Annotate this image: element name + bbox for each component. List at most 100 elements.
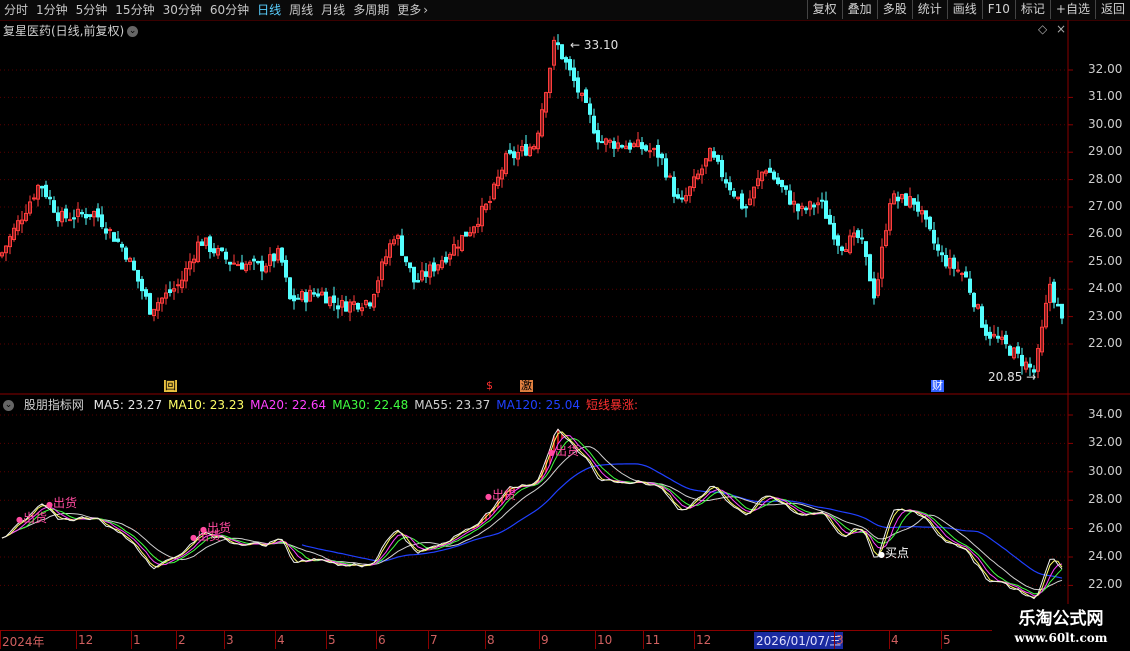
marker-cai[interactable]: 财	[931, 380, 944, 392]
date-tick	[76, 631, 77, 649]
candle-body	[312, 292, 316, 295]
candle-body	[936, 244, 940, 251]
chevron-down-icon[interactable]: ⌄	[127, 26, 139, 37]
date-label: 5	[328, 633, 336, 647]
candle-body	[744, 206, 748, 209]
candle-body	[260, 260, 264, 272]
candle-body	[100, 214, 104, 228]
date-label: 11	[645, 633, 661, 647]
candle-body	[224, 251, 228, 260]
sell-signal: ●出货	[200, 519, 231, 536]
ma55-line	[1, 446, 1063, 591]
candle-body	[988, 331, 992, 339]
candle-body	[640, 142, 644, 150]
legend-item: MA55: 23.37	[414, 398, 491, 412]
low-label: 20.85 →	[988, 370, 1037, 384]
y-tick-label: 26.00	[1088, 520, 1123, 535]
sell-signal: ●出货	[16, 509, 47, 526]
candle-body	[560, 44, 564, 60]
high-label: ← 33.10	[570, 38, 619, 52]
indicator-name[interactable]: 股朋指标网	[24, 398, 84, 412]
close-icon[interactable]: ×	[1056, 22, 1066, 36]
date-tick	[889, 631, 890, 649]
signal-label: 出货	[22, 511, 47, 525]
candle-body	[136, 269, 140, 282]
diamond-icon[interactable]: ◇	[1038, 22, 1047, 36]
candle-body	[820, 199, 824, 202]
candle-body	[1020, 354, 1024, 367]
candle-body	[952, 257, 956, 269]
candle-body	[868, 254, 872, 282]
date-label: 9	[541, 633, 549, 647]
marker-dollar[interactable]: $	[485, 380, 494, 392]
candle-body	[812, 204, 816, 208]
candle-body	[572, 67, 576, 81]
chart-canvas[interactable]	[0, 0, 1130, 650]
candle-body	[916, 201, 920, 212]
marker-ji[interactable]: 激	[520, 380, 533, 392]
candle-body	[88, 214, 92, 217]
date-label: 7	[430, 633, 438, 647]
date-tick	[0, 631, 1, 649]
candle-body	[176, 284, 180, 287]
date-label: 3	[226, 633, 234, 647]
legend-item: MA5: 23.27	[93, 398, 163, 412]
selected-date: 2026/01/07/三	[754, 632, 844, 649]
signal-label: 出货	[491, 488, 516, 502]
candle-body	[628, 142, 632, 150]
candle-body	[964, 271, 968, 278]
candle-body	[464, 231, 468, 237]
candle-body	[40, 185, 44, 189]
candle-body	[44, 184, 48, 198]
candle-body	[588, 103, 592, 115]
date-tick	[376, 631, 377, 649]
candle-body	[728, 182, 732, 191]
candle-body	[996, 335, 1000, 339]
watermark-logo: 乐淘公式网 www.60lt.com	[992, 604, 1130, 650]
ma30-line	[1, 437, 1063, 595]
y-tick-label: 28.00	[1088, 492, 1123, 507]
marker-hui[interactable]: 回	[164, 380, 177, 392]
candle-body	[940, 252, 944, 256]
candle-body	[1016, 346, 1020, 354]
date-label: 3	[836, 633, 844, 647]
candle-body	[896, 196, 900, 202]
candle-body	[400, 235, 404, 256]
date-tick	[485, 631, 486, 649]
candle-body	[120, 243, 124, 248]
sell-signal: ●出货	[46, 494, 77, 511]
candle-body	[720, 159, 724, 178]
candle-body	[292, 295, 296, 302]
signal-dot-icon: ●	[46, 500, 53, 509]
candle-body	[732, 191, 736, 197]
date-label: 12	[696, 633, 712, 647]
candle-body	[784, 185, 788, 190]
candle-body	[144, 289, 148, 297]
candle-body	[84, 213, 88, 219]
date-label: 4	[277, 633, 285, 647]
sell-signal: ●出货	[485, 486, 516, 503]
candle-body	[968, 278, 972, 293]
candle-body	[416, 280, 420, 283]
chart-title[interactable]: 复星医药(日线,前复权) ⌄	[3, 22, 139, 39]
candle-body	[568, 59, 572, 71]
ma20-line	[1, 434, 1063, 597]
candle-body	[904, 193, 908, 206]
date-tick	[694, 631, 695, 649]
candle-body	[600, 141, 604, 144]
y-tick-label: 31.00	[1088, 89, 1123, 104]
candle-body	[232, 262, 236, 265]
candle-body	[456, 246, 460, 249]
candle-body	[672, 176, 676, 197]
signal-label: 出货	[554, 444, 579, 458]
candle-body	[140, 278, 144, 292]
y-tick-label: 28.00	[1088, 171, 1123, 186]
chevron-down-icon[interactable]: ⌄	[3, 400, 14, 411]
date-tick	[275, 631, 276, 649]
candle-body	[556, 42, 560, 46]
date-tick	[643, 631, 644, 649]
y-tick-label: 23.00	[1088, 308, 1123, 323]
candle-body	[984, 324, 988, 336]
date-tick	[176, 631, 177, 649]
y-tick-label: 22.00	[1088, 336, 1123, 350]
